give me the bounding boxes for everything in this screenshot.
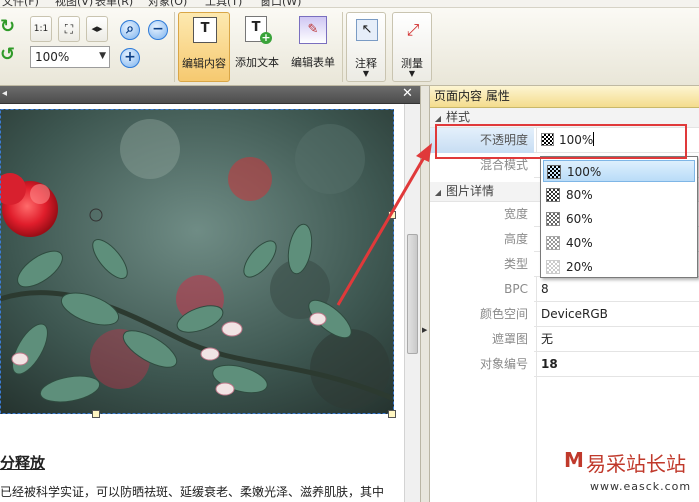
annotation-icon: ↖ xyxy=(356,19,378,41)
chevron-down-icon: ▼ xyxy=(362,69,370,78)
mask-label: 遮罩图 xyxy=(430,327,534,352)
row-mask: 遮罩图 无 xyxy=(430,327,699,352)
panel-splitter[interactable]: ▶ xyxy=(420,86,430,502)
fit-width-icon[interactable]: ◂▸ xyxy=(86,16,108,42)
height-label: 高度 xyxy=(430,227,534,252)
measure-icon: ⤢ xyxy=(406,20,420,39)
annotation-button[interactable]: ↖ 注释 ▼ xyxy=(346,12,386,82)
bpc-label: BPC xyxy=(430,277,534,302)
section-style-label: 样式 xyxy=(446,110,471,124)
edit-content-label: 编辑内容 xyxy=(182,57,226,70)
camellia-photo[interactable] xyxy=(0,109,394,414)
body-paragraph: 已经被科学实证，可以防晒祛斑、延缓衰老、柔嫩光泽、滋养肌肤，其中 xyxy=(0,485,385,499)
edit-content-button[interactable]: T 编辑内容 xyxy=(178,12,230,82)
menu-window[interactable]: 窗口(W) xyxy=(260,0,301,7)
toolbar: ↻ ↺ 1:1 ⛶ ◂▸ 100% ▼ ⌕ − + T 编辑内容 T + 添加文… xyxy=(0,8,699,86)
opacity-option-label: 100% xyxy=(567,165,602,179)
scrollbar-thumb[interactable] xyxy=(407,234,418,354)
color-space-value: DeviceRGB xyxy=(536,302,699,327)
measure-button[interactable]: ⤢ 测量 ▼ xyxy=(392,12,432,82)
opacity-option-20[interactable]: 20% xyxy=(543,256,695,278)
object-number-value: 18 xyxy=(536,352,699,377)
resize-handle-right[interactable] xyxy=(388,211,396,219)
menu-file[interactable]: 文件(F) xyxy=(2,0,39,7)
row-object-number: 对象编号 18 xyxy=(430,352,699,377)
color-space-label: 颜色空间 xyxy=(430,302,534,327)
watermark-logo-icon: M xyxy=(564,448,584,472)
chevron-left-icon[interactable]: ◂ xyxy=(2,88,7,99)
section-heading: 分释放 xyxy=(0,454,46,472)
rotate-counterclockwise-icon[interactable]: ↺ xyxy=(0,46,18,64)
collapse-arrow-icon[interactable]: ▶ xyxy=(422,326,427,334)
opacity-option-label: 20% xyxy=(566,260,593,274)
document-tab-bar: ◂ ✕ xyxy=(0,86,420,104)
document-pane: ◂ ✕ 分释放 已经被科学实证，可以防晒祛斑、延缓衰老、柔嫩光泽、滋养肌肤，其中 xyxy=(0,86,420,502)
menu-view[interactable]: 视图(V) xyxy=(55,0,93,7)
type-label: 类型 xyxy=(430,252,534,277)
vertical-scrollbar[interactable] xyxy=(404,104,420,502)
opacity-swatch-icon xyxy=(546,236,560,250)
opacity-swatch-icon xyxy=(546,188,560,202)
bpc-value: 8 xyxy=(536,277,699,302)
opacity-option-80[interactable]: 80% xyxy=(543,184,695,206)
edit-form-button[interactable]: ✎ 编辑表单 xyxy=(286,12,340,82)
mask-value: 无 xyxy=(536,327,699,352)
opacity-dropdown[interactable]: 100% 80% 60% 40% 20% xyxy=(540,156,698,278)
add-text-button[interactable]: T + 添加文本 xyxy=(232,12,282,82)
menu-object[interactable]: 对象(O) xyxy=(148,0,187,7)
width-label: 宽度 xyxy=(430,202,534,227)
close-icon[interactable]: ✕ xyxy=(402,86,413,101)
chevron-down-icon: ▼ xyxy=(99,51,106,61)
opacity-option-60[interactable]: 60% xyxy=(543,208,695,230)
object-number-label: 对象编号 xyxy=(430,352,534,377)
opacity-swatch-icon xyxy=(547,165,561,179)
rotate-clockwise-icon[interactable]: ↻ xyxy=(0,18,18,36)
watermark-title: 易采站长站 xyxy=(586,452,686,476)
opacity-option-label: 80% xyxy=(566,188,593,202)
zoom-value: 100% xyxy=(35,50,70,64)
chevron-down-icon: ▼ xyxy=(408,69,416,78)
edit-form-label: 编辑表单 xyxy=(291,56,335,69)
resize-handle-bottom[interactable] xyxy=(92,410,100,418)
actual-size-icon[interactable]: 1:1 xyxy=(30,16,52,42)
zoom-select[interactable]: 100% ▼ xyxy=(30,46,110,68)
row-color-space: 颜色空间 DeviceRGB xyxy=(430,302,699,327)
watermark-url: www.easck.com xyxy=(590,480,692,493)
menubar: 文件(F) 视图(V) 表单(R) 对象(O) 工具(T) 窗口(W) xyxy=(0,0,699,8)
opacity-swatch-icon xyxy=(546,212,560,226)
opacity-option-100[interactable]: 100% xyxy=(543,160,695,182)
collapse-triangle-icon: ◢ xyxy=(434,188,442,197)
menu-form[interactable]: 表单(R) xyxy=(95,0,133,7)
add-text-label: 添加文本 xyxy=(235,56,279,69)
properties-title: 页面内容 属性 xyxy=(430,86,699,108)
opacity-option-label: 40% xyxy=(566,236,593,250)
fit-page-icon[interactable]: ⛶ xyxy=(58,16,80,42)
edit-form-icon: ✎ xyxy=(299,16,327,44)
opacity-option-40[interactable]: 40% xyxy=(543,232,695,254)
menu-tools[interactable]: 工具(T) xyxy=(205,0,242,7)
zoom-in-icon[interactable]: + xyxy=(120,48,140,68)
resize-handle-corner[interactable] xyxy=(388,410,396,418)
zoom-out-icon[interactable]: − xyxy=(148,20,168,40)
site-watermark: M 易采站长站 www.easck.com xyxy=(556,446,699,502)
opacity-swatch-icon xyxy=(546,260,560,274)
edit-content-icon: T xyxy=(193,17,217,43)
highlight-box xyxy=(435,124,687,159)
opacity-option-label: 60% xyxy=(566,212,593,226)
row-bpc: BPC 8 xyxy=(430,277,699,302)
section-details-label: 图片详情 xyxy=(446,184,495,198)
zoom-in-search-icon[interactable]: ⌕ xyxy=(120,20,140,40)
